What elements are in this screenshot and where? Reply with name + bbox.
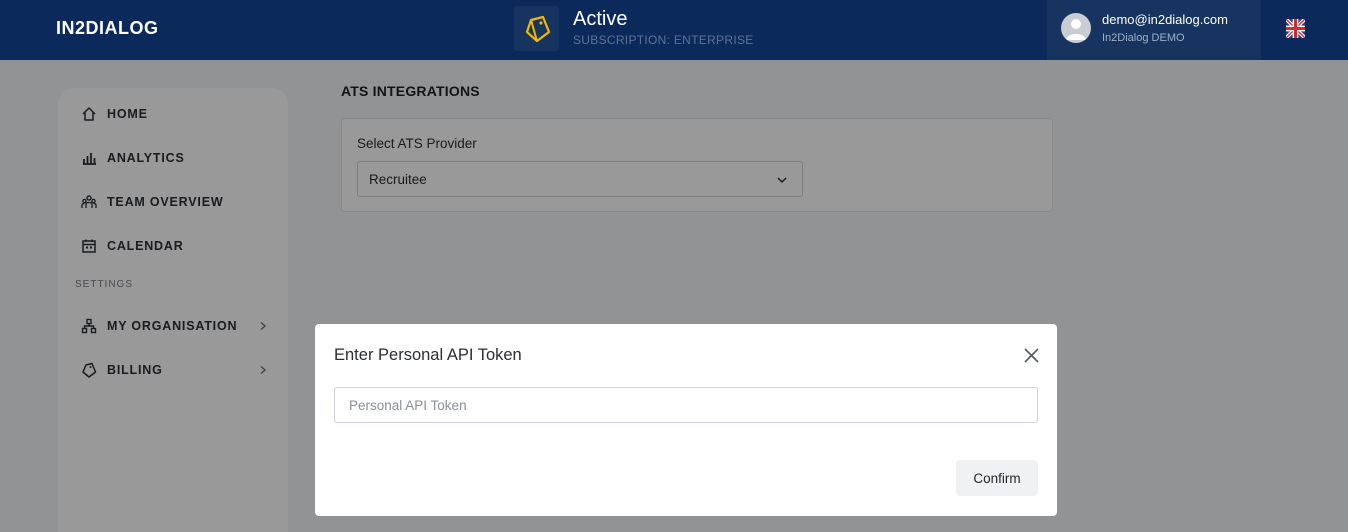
subscription-tag-icon (525, 15, 550, 42)
user-menu[interactable]: demo@in2dialog.com In2Dialog DEMO (1047, 0, 1261, 60)
subscription-status: Active (573, 8, 628, 30)
uk-flag-icon[interactable] (1286, 19, 1305, 38)
app-logo[interactable]: IN2DIALOG (56, 18, 159, 39)
subscription-icon-box (514, 6, 559, 51)
user-organisation: In2Dialog DEMO (1102, 32, 1185, 44)
top-bar: IN2DIALOG Active SUBSCRIPTION: ENTERPRIS… (0, 0, 1348, 60)
subscription-plan: SUBSCRIPTION: ENTERPRISE (573, 33, 754, 47)
user-avatar-icon (1066, 19, 1086, 40)
avatar (1061, 13, 1091, 43)
user-email: demo@in2dialog.com (1102, 12, 1228, 27)
close-icon[interactable] (1024, 348, 1039, 363)
api-token-input[interactable] (334, 387, 1038, 423)
modal-title: Enter Personal API Token (334, 346, 522, 364)
api-token-modal: Enter Personal API Token Confirm (315, 324, 1057, 516)
confirm-button[interactable]: Confirm (956, 460, 1038, 496)
